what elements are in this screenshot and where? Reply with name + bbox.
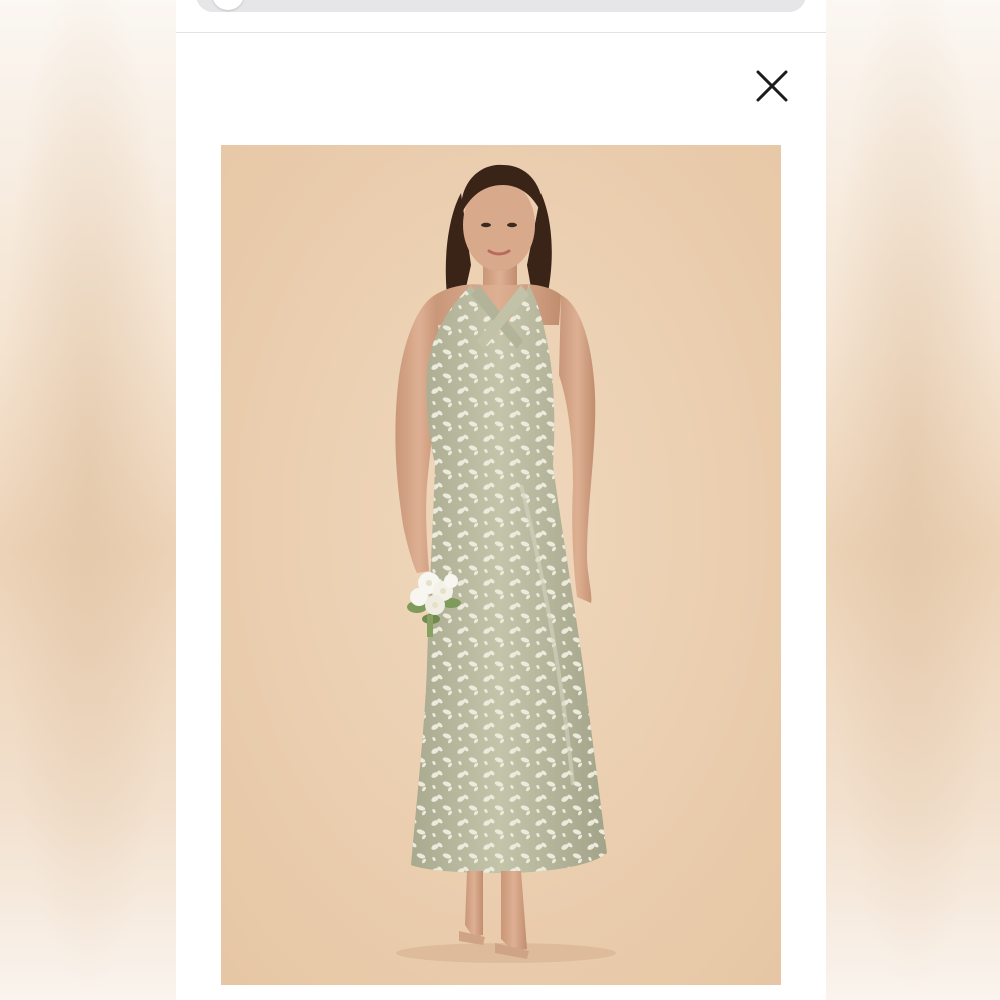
search-field-handle xyxy=(212,0,244,10)
dress-model-illustration xyxy=(221,145,781,985)
search-field[interactable] xyxy=(196,0,806,12)
blurred-backdrop-right xyxy=(824,0,1000,1000)
blurred-backdrop-left xyxy=(0,0,176,1000)
close-button[interactable] xyxy=(750,66,794,106)
product-photo[interactable] xyxy=(221,145,781,985)
image-viewer-modal xyxy=(176,0,826,1000)
app-screen xyxy=(0,0,1000,1000)
close-icon xyxy=(756,70,788,102)
top-bar xyxy=(176,0,826,33)
